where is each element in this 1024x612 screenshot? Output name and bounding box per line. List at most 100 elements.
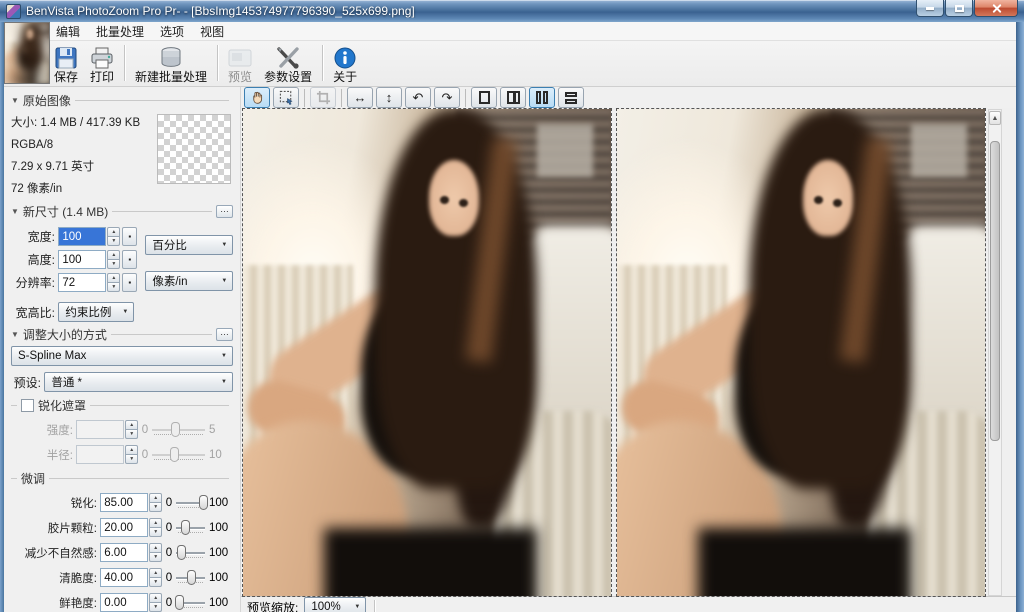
- hand-icon: [250, 90, 265, 105]
- scroll-up-button[interactable]: ▲: [989, 111, 1001, 125]
- spin-down-icon[interactable]: ▼: [149, 553, 162, 562]
- width-lock-button[interactable]: ▪: [122, 227, 137, 246]
- maximize-button[interactable]: [945, 0, 973, 17]
- menu-edit[interactable]: 编辑: [48, 21, 88, 42]
- resolution-label: 分辨率:: [11, 274, 55, 291]
- film-grain-spinner[interactable]: ▲▼: [149, 518, 162, 537]
- width-spinner[interactable]: ▲▼: [107, 227, 120, 246]
- menu-view[interactable]: 视图: [192, 21, 232, 42]
- resized-preview-panel[interactable]: [617, 109, 985, 596]
- close-button[interactable]: [974, 0, 1018, 17]
- spin-up-icon[interactable]: ▲: [107, 250, 120, 260]
- preview-zoom-dropdown[interactable]: 100% ▼: [304, 597, 366, 612]
- print-button[interactable]: 打印: [84, 42, 120, 84]
- spin-down-icon[interactable]: ▼: [149, 528, 162, 537]
- slider-thumb[interactable]: [177, 545, 186, 560]
- width-input[interactable]: [58, 227, 106, 246]
- view-single-button[interactable]: [471, 87, 497, 108]
- spin-down-icon[interactable]: ▼: [149, 578, 162, 587]
- sharpen-spinner[interactable]: ▲▼: [149, 493, 162, 512]
- settings-button[interactable]: 参数设置: [258, 42, 318, 84]
- spin-up-icon[interactable]: ▲: [149, 568, 162, 578]
- resolution-unit-dropdown[interactable]: 像素/in ▼: [145, 271, 233, 291]
- aspect-ratio-dropdown[interactable]: 约束比例 ▼: [58, 302, 134, 322]
- resize-method-dropdown[interactable]: S-Spline Max ▼: [11, 346, 233, 366]
- slider-thumb[interactable]: [175, 595, 184, 610]
- reduce-artifacts-input[interactable]: [100, 543, 148, 562]
- photo-region: [911, 124, 966, 178]
- flip-horizontal-button[interactable]: ↔: [347, 87, 373, 108]
- size-unit-dropdown[interactable]: 百分比 ▼: [145, 235, 233, 255]
- slider-thumb[interactable]: [181, 520, 190, 535]
- spin-down-icon[interactable]: ▼: [107, 283, 120, 292]
- flip-vertical-button[interactable]: ↕: [376, 87, 402, 108]
- new-batch-button[interactable]: 新建批量处理: [129, 42, 213, 84]
- sharpen-slider[interactable]: [175, 494, 206, 512]
- rotate-left-button[interactable]: ↶: [405, 87, 431, 108]
- original-preview-image[interactable]: [243, 109, 611, 596]
- hand-tool-button[interactable]: [244, 87, 270, 108]
- resolution-lock-button[interactable]: ▪: [122, 273, 137, 292]
- vertical-scrollbar[interactable]: ▲: [988, 109, 1002, 596]
- spin-up-icon[interactable]: ▲: [149, 518, 162, 528]
- spin-down-icon[interactable]: ▼: [107, 260, 120, 269]
- window-controls: [916, 0, 1018, 17]
- marquee-tool-button[interactable]: [273, 87, 299, 108]
- slider-thumb[interactable]: [187, 570, 196, 585]
- preview-toolstrip: ↔ ↕ ↶ ↷: [241, 87, 1016, 108]
- fine-tune-header: 微调: [11, 470, 233, 487]
- titlebar[interactable]: BenVista PhotoZoom Pro Pr- - [BbsImg1453…: [0, 0, 1024, 22]
- scrollbar-thumb[interactable]: [990, 141, 1000, 441]
- resolution-spinner[interactable]: ▲▼: [107, 273, 120, 292]
- new-size-section-header[interactable]: ▼ 新尺寸 (1.4 MB) …: [11, 203, 233, 220]
- original-image-section-header[interactable]: ▼ 原始图像: [11, 92, 233, 109]
- app-body: 文件 编辑 批量处理 选项 视图 打开 保存 打印: [4, 22, 1016, 612]
- vividness-input[interactable]: [100, 593, 148, 612]
- resize-method-section-header[interactable]: ▼ 调整大小的方式 …: [11, 326, 233, 343]
- save-floppy-icon: [55, 45, 77, 71]
- spin-down-icon[interactable]: ▼: [149, 503, 162, 512]
- view-side-by-side-button[interactable]: [529, 87, 555, 108]
- slider-thumb[interactable]: [199, 495, 208, 510]
- unsharp-mask-checkbox[interactable]: [21, 399, 34, 412]
- spin-up-icon[interactable]: ▲: [149, 493, 162, 503]
- film-grain-slider[interactable]: [175, 519, 206, 537]
- view-top-bottom-button[interactable]: [558, 87, 584, 108]
- resized-preview-image[interactable]: [617, 109, 985, 596]
- sharpen-input[interactable]: [100, 493, 148, 512]
- view-split-button[interactable]: [500, 87, 526, 108]
- spin-up-icon[interactable]: ▲: [107, 227, 120, 237]
- resolution-input[interactable]: [58, 273, 106, 292]
- menu-batch[interactable]: 批量处理: [88, 21, 152, 42]
- film-grain-input[interactable]: [100, 518, 148, 537]
- crispness-spinner[interactable]: ▲▼: [149, 568, 162, 587]
- spin-down-icon[interactable]: ▼: [107, 237, 120, 246]
- side-by-side-view-icon: [536, 91, 548, 104]
- photo-region: [324, 528, 537, 596]
- height-spinner[interactable]: ▲▼: [107, 250, 120, 269]
- spin-up-icon[interactable]: ▲: [149, 593, 162, 603]
- new-size-options-button[interactable]: …: [216, 205, 233, 218]
- statusbar-separator: [374, 600, 375, 612]
- vividness-spinner[interactable]: ▲▼: [149, 593, 162, 612]
- original-preview-panel[interactable]: [243, 109, 611, 596]
- rotate-right-button[interactable]: ↷: [434, 87, 460, 108]
- rotate-cw-icon: ↷: [442, 91, 453, 104]
- spin-up-icon[interactable]: ▲: [149, 543, 162, 553]
- minimize-button[interactable]: [916, 0, 944, 17]
- preset-dropdown[interactable]: 普通 * ▼: [44, 372, 233, 392]
- resolution-text: 72 像素/in: [11, 178, 157, 200]
- reduce-artifacts-slider[interactable]: [175, 544, 206, 562]
- height-lock-button[interactable]: ▪: [122, 250, 137, 269]
- method-options-button[interactable]: …: [216, 328, 233, 341]
- spin-up-icon[interactable]: ▲: [107, 273, 120, 283]
- about-button[interactable]: 关于: [327, 42, 363, 84]
- vividness-slider[interactable]: [175, 594, 206, 612]
- spin-down-icon[interactable]: ▼: [149, 603, 162, 612]
- crispness-input[interactable]: [100, 568, 148, 587]
- reduce-artifacts-spinner[interactable]: ▲▼: [149, 543, 162, 562]
- height-input[interactable]: [58, 250, 106, 269]
- save-button[interactable]: 保存: [48, 42, 84, 84]
- menu-options[interactable]: 选项: [152, 21, 192, 42]
- crispness-slider[interactable]: [175, 569, 206, 587]
